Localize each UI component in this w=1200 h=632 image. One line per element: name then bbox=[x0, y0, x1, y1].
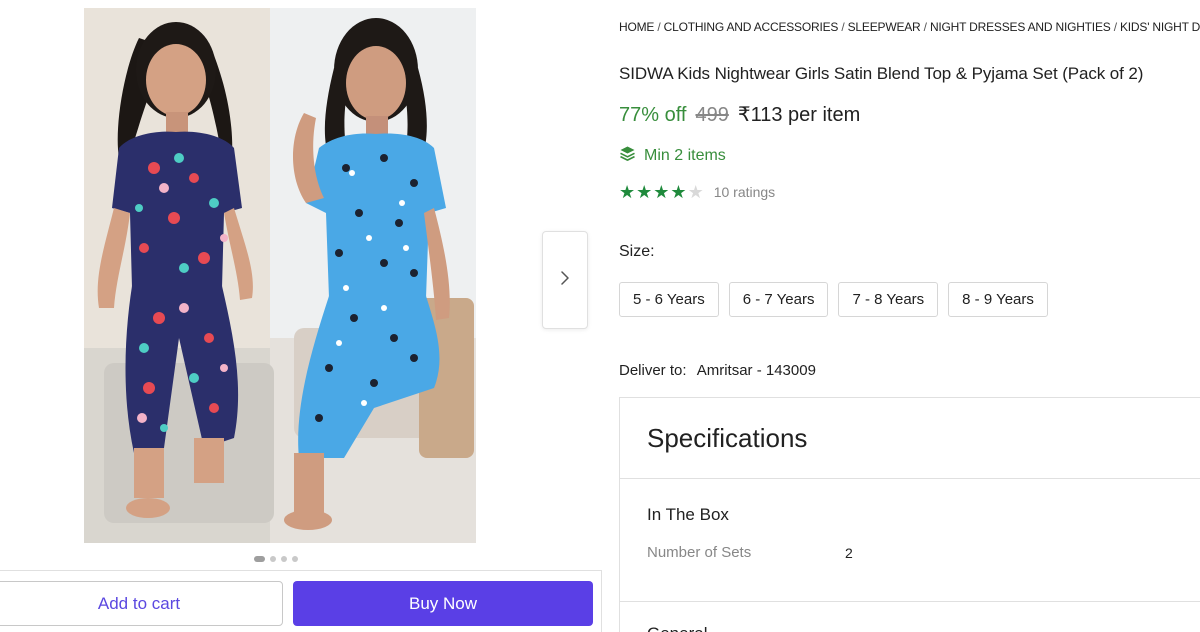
specifications-heading: Specifications bbox=[620, 398, 1200, 479]
spec-next-group-title: General bbox=[647, 624, 707, 632]
discount-label: 77% off bbox=[619, 104, 687, 126]
spec-value: 2 bbox=[845, 545, 853, 561]
min-order-label: Min 2 items bbox=[644, 147, 726, 164]
star-icon: ★ bbox=[670, 182, 687, 202]
min-order-row: Min 2 items bbox=[619, 145, 726, 167]
spec-divider bbox=[620, 601, 1200, 602]
original-price: 499 bbox=[695, 104, 729, 126]
chevron-right-icon bbox=[560, 270, 570, 290]
product-details: HOME / CLOTHING AND ACCESSORIES / SLEEPW… bbox=[619, 0, 1200, 632]
product-photo-illustration bbox=[84, 8, 476, 543]
spec-group-title: In The Box bbox=[647, 505, 729, 524]
price-row: 77% off 499 ₹113 per item bbox=[619, 102, 860, 127]
rating-row[interactable]: ★ ★ ★ ★ ★ 10 ratings bbox=[619, 182, 775, 202]
product-gallery: Add to cart Buy Now bbox=[0, 0, 605, 632]
size-option-6-7[interactable]: 6 - 7 Years bbox=[728, 282, 829, 317]
carousel-dot-active[interactable] bbox=[254, 556, 265, 562]
carousel-indicator bbox=[254, 556, 298, 562]
selling-price: ₹113 per item bbox=[737, 104, 861, 126]
breadcrumb-kids-night-dresses[interactable]: KIDS' NIGHT DRESSES bbox=[1120, 20, 1200, 34]
rating-stars: ★ ★ ★ ★ ★ bbox=[619, 182, 704, 202]
carousel-dot[interactable] bbox=[292, 556, 298, 562]
star-icon: ★ bbox=[619, 182, 636, 202]
product-title: SIDWA Kids Nightwear Girls Satin Blend T… bbox=[619, 64, 1144, 83]
breadcrumb-night-dresses[interactable]: NIGHT DRESSES AND NIGHTIES bbox=[930, 20, 1111, 34]
next-image-button[interactable] bbox=[542, 231, 588, 329]
star-icon: ★ bbox=[636, 182, 653, 202]
size-option-5-6[interactable]: 5 - 6 Years bbox=[619, 282, 719, 317]
product-image[interactable] bbox=[84, 8, 476, 543]
delivery-row: Deliver to: Amritsar - 143009 bbox=[619, 362, 816, 379]
layers-icon bbox=[619, 145, 636, 167]
carousel-dot[interactable] bbox=[281, 556, 287, 562]
add-to-cart-button[interactable]: Add to cart bbox=[0, 581, 283, 626]
size-label: Size: bbox=[619, 243, 655, 260]
carousel-dot[interactable] bbox=[270, 556, 276, 562]
spec-key: Number of Sets bbox=[647, 544, 752, 561]
breadcrumb: HOME / CLOTHING AND ACCESSORIES / SLEEPW… bbox=[619, 20, 1200, 34]
star-empty-icon: ★ bbox=[687, 182, 704, 202]
buy-now-button[interactable]: Buy Now bbox=[293, 581, 593, 626]
breadcrumb-clothing[interactable]: CLOTHING AND ACCESSORIES bbox=[664, 20, 839, 34]
deliver-to-label: Deliver to: bbox=[619, 362, 687, 379]
size-option-7-8[interactable]: 7 - 8 Years bbox=[838, 282, 939, 317]
action-bar: Add to cart Buy Now bbox=[0, 570, 602, 632]
delivery-location[interactable]: Amritsar - 143009 bbox=[697, 362, 816, 379]
star-icon: ★ bbox=[653, 182, 670, 202]
ratings-count[interactable]: 10 ratings bbox=[714, 184, 775, 200]
specifications-card: Specifications In The Box Number of Sets… bbox=[619, 397, 1200, 632]
size-option-8-9[interactable]: 8 - 9 Years bbox=[948, 282, 1048, 317]
size-options: 5 - 6 Years 6 - 7 Years 7 - 8 Years 8 - … bbox=[619, 282, 1048, 317]
breadcrumb-sleepwear[interactable]: SLEEPWEAR bbox=[848, 20, 921, 34]
breadcrumb-home[interactable]: HOME bbox=[619, 20, 654, 34]
